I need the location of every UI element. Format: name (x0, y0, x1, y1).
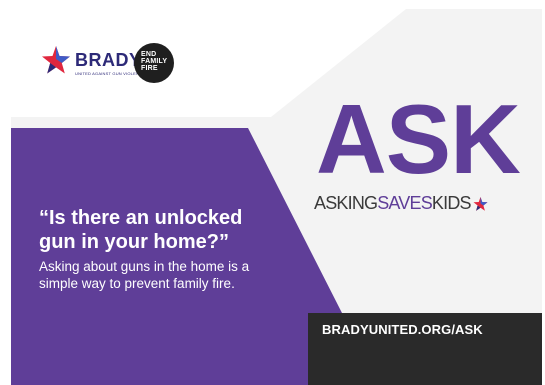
website-link[interactable]: BRADYUNITED.ORG/ASK (322, 322, 483, 337)
star-icon (42, 46, 70, 74)
headline: “Is there an unlocked gun in your home?” (39, 207, 243, 253)
eff-line-2: FAMILY (141, 58, 168, 65)
brady-wordmark: BRADY (75, 50, 142, 70)
tagline-asking: ASKING (314, 193, 378, 213)
tagline-saves: SAVES (377, 193, 432, 213)
eff-line-3: FIRE (141, 65, 158, 72)
brady-tagline: UNITED AGAINST GUN VIOLENCE (75, 71, 146, 76)
end-family-fire-logo: END FAMILY FIRE (134, 43, 174, 83)
tagline-kids: KIDS (431, 193, 472, 213)
end-family-fire-text: END FAMILY FIRE (141, 51, 167, 72)
star-icon (473, 196, 488, 211)
campaign-title: ASK (316, 84, 521, 194)
body-text: Asking about guns in the home is a simpl… (39, 259, 250, 291)
campaign-tagline: ASKING SAVES KIDS (314, 193, 488, 214)
eff-line-1: END (141, 51, 157, 58)
